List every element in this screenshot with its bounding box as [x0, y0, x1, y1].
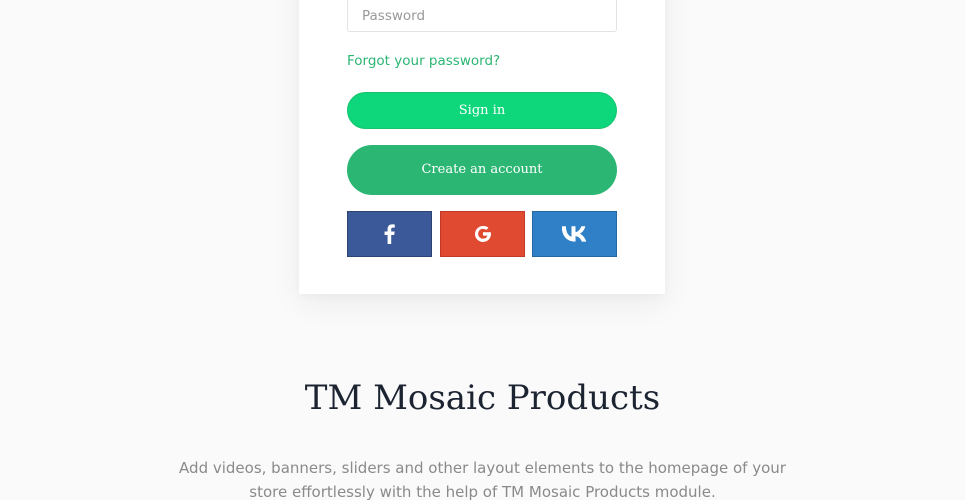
create-account-button[interactable]: Create an account [347, 145, 617, 195]
vk-login-button[interactable] [532, 211, 617, 257]
forgot-password-link[interactable]: Forgot your password? [347, 53, 500, 69]
google-login-button[interactable] [440, 211, 525, 257]
section-title: TM Mosaic Products [304, 378, 661, 418]
vk-icon [561, 226, 588, 242]
page: Forgot your password? Sign in Create an … [0, 0, 965, 500]
facebook-icon [384, 224, 395, 244]
google-icon [473, 224, 493, 244]
password-input[interactable] [347, 0, 617, 32]
sign-in-button[interactable]: Sign in [347, 92, 617, 129]
section-description: Add videos, banners, sliders and other l… [179, 459, 786, 500]
facebook-login-button[interactable] [347, 211, 432, 257]
